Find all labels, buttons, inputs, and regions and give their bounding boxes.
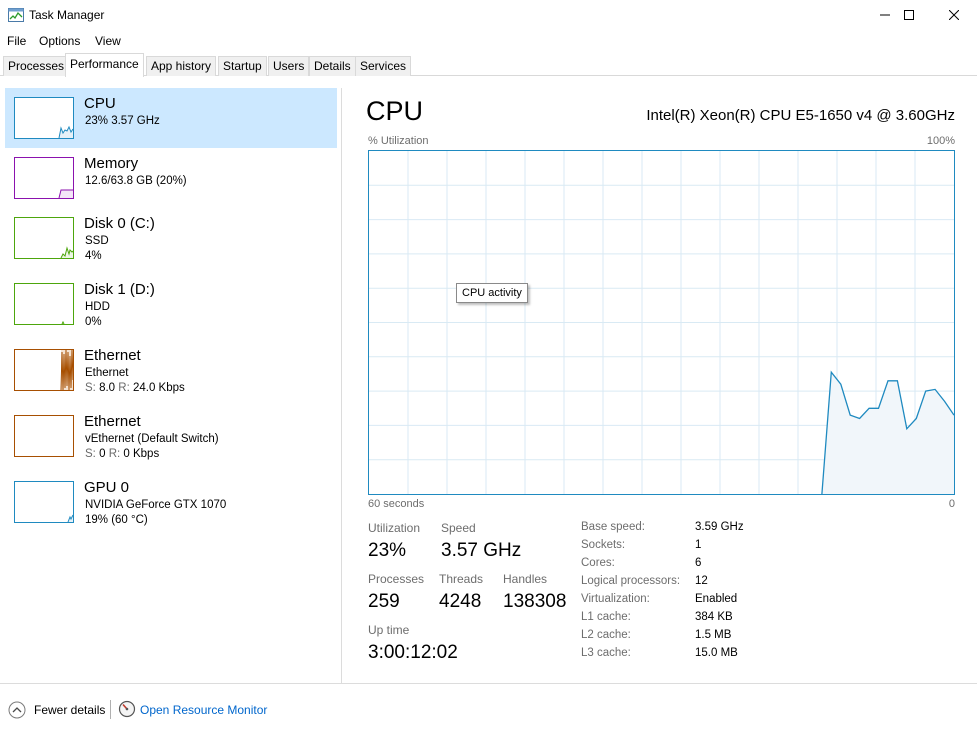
maximize-icon	[904, 10, 914, 20]
cpu-usage-area	[821, 372, 954, 494]
resource-item-memory[interactable]: Memory 12.6/63.8 GB (20%)	[5, 148, 337, 208]
resource-throughput: S: 8.0 R: 24.0 Kbps	[85, 382, 185, 394]
spec-value-l3-cache: 15.0 MB	[695, 647, 738, 659]
spec-value-virtualization: Enabled	[695, 593, 738, 605]
vethernet-thumbnail-graph	[14, 415, 74, 457]
resource-item-vethernet[interactable]: Ethernet vEthernet (Default Switch) S: 0…	[5, 406, 337, 466]
utilization-max-label: 100%	[926, 135, 955, 147]
resource-type: SSD	[85, 235, 109, 247]
task-manager-icon	[8, 8, 24, 22]
title-bar: Task Manager	[0, 0, 977, 30]
tab-strip: Processes Performance App history Startu…	[0, 52, 977, 77]
menu-options[interactable]: Options	[39, 34, 80, 48]
fewer-details-button[interactable]: Fewer details	[34, 703, 105, 717]
tab-performance[interactable]: Performance	[65, 53, 144, 77]
close-button[interactable]	[931, 0, 977, 30]
threads-value: 4248	[439, 591, 482, 612]
resource-detail: 23% 3.57 GHz	[85, 115, 160, 127]
close-icon	[949, 10, 959, 20]
time-axis-start-label: 60 seconds	[368, 498, 425, 510]
menu-bar: File Options View	[0, 30, 977, 52]
resource-name: Ethernet	[84, 413, 141, 430]
threads-label: Threads	[439, 572, 484, 586]
spec-value-logical-processors: 12	[695, 575, 708, 587]
disk1-thumbnail-graph	[14, 283, 74, 325]
gpu-thumbnail-graph	[14, 481, 74, 523]
open-resource-monitor-link[interactable]: Open Resource Monitor	[140, 703, 267, 717]
spec-label-l3-cache: L3 cache:	[581, 647, 631, 659]
maximize-button[interactable]	[886, 0, 932, 30]
processes-label: Processes	[368, 572, 425, 586]
resource-list: CPU 23% 3.57 GHz Memory 12.6/63.8 GB (20…	[0, 77, 340, 682]
resource-adapter: Ethernet	[85, 367, 129, 379]
resource-usage: 0%	[85, 316, 102, 328]
resource-detail: 12.6/63.8 GB (20%)	[85, 175, 187, 187]
ethernet-thumbnail-graph	[14, 349, 74, 391]
menu-file[interactable]: File	[7, 34, 26, 48]
spec-label-virtualization: Virtualization:	[581, 593, 650, 605]
tab-details[interactable]: Details	[309, 56, 356, 76]
uptime-value: 3:00:12:02	[368, 642, 458, 663]
tab-startup[interactable]: Startup	[218, 56, 267, 76]
resource-usage: 19% (60 °C)	[85, 514, 148, 526]
spec-value-l1-cache: 384 KB	[695, 611, 733, 623]
spec-value-cores: 6	[695, 557, 702, 569]
tab-services[interactable]: Services	[355, 56, 412, 76]
window-title: Task Manager	[29, 8, 105, 22]
spec-value-base-speed: 3.59 GHz	[695, 521, 744, 533]
spec-label-cores: Cores:	[581, 557, 615, 569]
resource-item-gpu0[interactable]: GPU 0 NVIDIA GeForce GTX 1070 19% (60 °C…	[5, 472, 337, 532]
resource-monitor-icon	[118, 700, 136, 718]
resource-item-ethernet[interactable]: Ethernet Ethernet S: 8.0 R: 24.0 Kbps	[5, 340, 337, 400]
cpu-model: Intel(R) Xeon(R) CPU E5-1650 v4 @ 3.60GH…	[646, 107, 955, 124]
spec-label-l1-cache: L1 cache:	[581, 611, 631, 623]
resource-item-cpu[interactable]: CPU 23% 3.57 GHz	[5, 88, 337, 148]
resource-adapter: vEthernet (Default Switch)	[85, 433, 219, 445]
footer-bar: Fewer details Open Resource Monitor	[0, 683, 977, 736]
resource-item-disk1[interactable]: Disk 1 (D:) HDD 0%	[5, 274, 337, 334]
handles-label: Handles	[503, 572, 548, 586]
panel-divider	[341, 88, 342, 683]
resource-type: HDD	[85, 301, 110, 313]
menu-view[interactable]: View	[95, 34, 121, 48]
spec-label-l2-cache: L2 cache:	[581, 629, 631, 641]
tab-users[interactable]: Users	[268, 56, 310, 76]
cpu-thumbnail-graph	[14, 97, 74, 139]
resource-name: Ethernet	[84, 347, 141, 364]
utilization-axis-label: % Utilization	[368, 135, 429, 147]
resource-name: Disk 1 (D:)	[84, 281, 155, 298]
spec-label-sockets: Sockets:	[581, 539, 626, 551]
speed-value: 3.57 GHz	[441, 540, 522, 561]
tab-processes[interactable]: Processes	[3, 56, 70, 76]
processes-value: 259	[368, 591, 400, 612]
resource-name: Memory	[84, 155, 139, 172]
memory-thumbnail-graph	[14, 157, 74, 199]
speed-label: Speed	[441, 521, 476, 535]
resource-throughput: S: 0 R: 0 Kbps	[85, 448, 160, 460]
tab-app-history[interactable]: App history	[146, 56, 217, 76]
spec-value-l2-cache: 1.5 MB	[695, 629, 732, 641]
resource-usage: 4%	[85, 250, 102, 262]
handles-value: 138308	[503, 591, 567, 612]
cpu-graph-canvas	[369, 151, 954, 494]
resource-name: GPU 0	[84, 479, 130, 496]
cpu-utilization-graph[interactable]	[368, 150, 955, 495]
spec-value-sockets: 1	[695, 539, 702, 551]
resource-item-disk0[interactable]: Disk 0 (C:) SSD 4%	[5, 208, 337, 268]
utilization-value: 23%	[368, 540, 407, 561]
detail-title: CPU	[366, 96, 424, 126]
spec-label-logical-processors: Logical processors:	[581, 575, 681, 587]
graph-tooltip: CPU activity	[456, 283, 528, 303]
resource-name: CPU	[84, 95, 116, 112]
utilization-label: Utilization	[368, 521, 421, 535]
footer-separator	[110, 700, 111, 719]
resource-model: NVIDIA GeForce GTX 1070	[85, 499, 227, 511]
disk0-thumbnail-graph	[14, 217, 74, 259]
time-axis-end-label: 0	[948, 498, 955, 510]
spec-label-base-speed: Base speed:	[581, 521, 645, 533]
chevron-up-circle-icon[interactable]	[8, 701, 26, 719]
uptime-label: Up time	[368, 623, 410, 637]
resource-name: Disk 0 (C:)	[84, 215, 155, 232]
